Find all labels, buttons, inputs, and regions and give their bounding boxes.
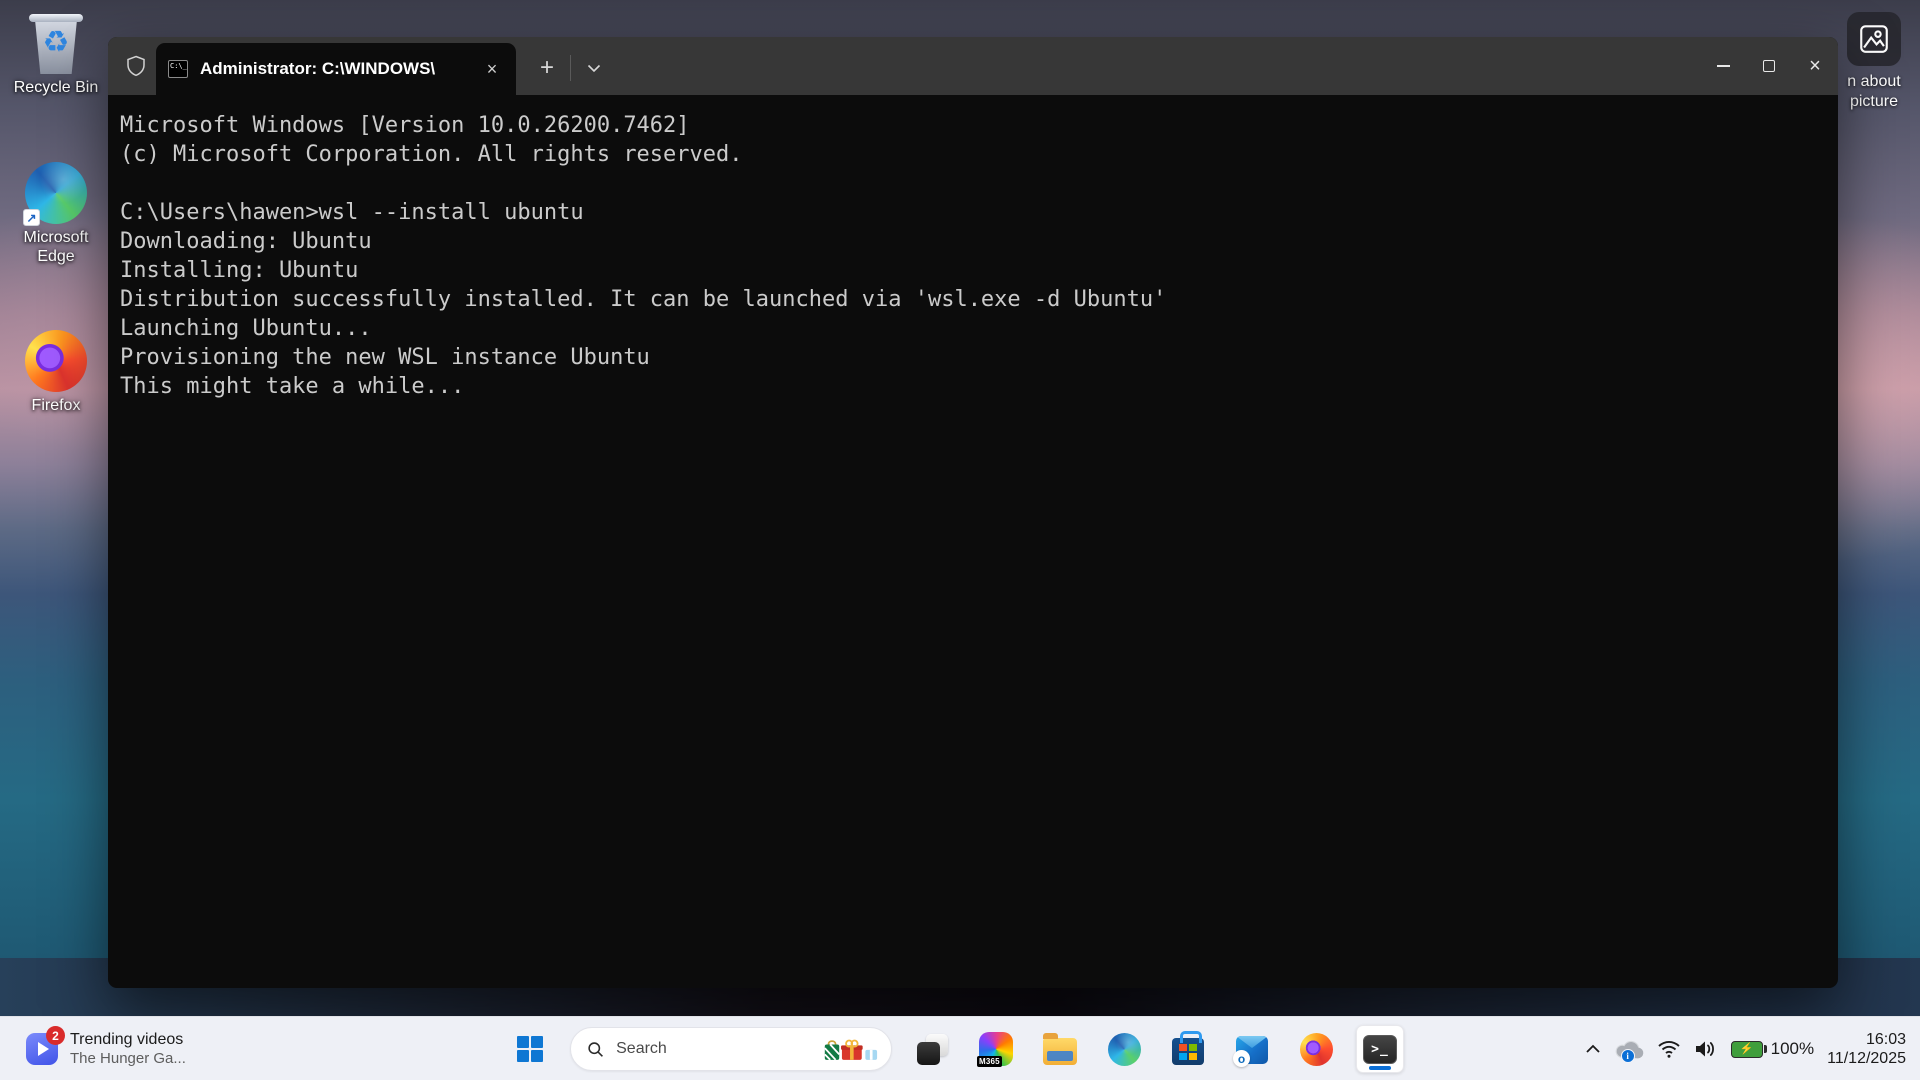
chevron-down-icon xyxy=(587,64,601,73)
tabbar-divider xyxy=(570,55,571,81)
terminal-window: C:\_ Administrator: C:\WINDOWS\ × + × Mi… xyxy=(108,37,1838,988)
battery-icon: ⚡ xyxy=(1731,1041,1763,1058)
shortcut-arrow-icon: ↗ xyxy=(23,209,40,226)
m365-copilot-icon: M365 xyxy=(979,1032,1013,1066)
desktop-icon-spotlight[interactable]: n about picture xyxy=(1826,12,1920,112)
search-icon xyxy=(587,1040,604,1059)
tray-overflow-button[interactable] xyxy=(1585,1044,1601,1054)
firefox-icon xyxy=(25,330,87,392)
start-button[interactable] xyxy=(506,1025,554,1073)
recycle-symbol-icon: ♻ xyxy=(27,28,85,58)
admin-shield-icon xyxy=(124,54,148,78)
recycle-bin-icon: ♻ xyxy=(27,14,85,74)
onedrive-info-badge: i xyxy=(1621,1049,1635,1063)
charging-bolt-icon: ⚡ xyxy=(1740,1044,1754,1055)
edge-icon: ↗ xyxy=(25,162,87,224)
desktop-icon-label: Recycle Bin xyxy=(14,78,98,97)
desktop-icon-label: Microsoft Edge xyxy=(8,228,104,266)
m365-label: M365 xyxy=(977,1056,1002,1067)
maximize-button[interactable] xyxy=(1746,37,1792,95)
tab-close-button[interactable]: × xyxy=(480,57,504,81)
widget-title: Trending videos xyxy=(70,1030,186,1049)
desktop-icon-recycle-bin[interactable]: ♻ Recycle Bin xyxy=(8,14,104,97)
maximize-icon xyxy=(1763,60,1775,72)
widgets-icon: 2 xyxy=(26,1033,58,1065)
terminal-line: This might take a while... xyxy=(120,372,1828,401)
volume-tray-button[interactable] xyxy=(1694,1039,1718,1059)
terminal-line: Launching Ubuntu... xyxy=(120,314,1828,343)
widget-subtitle: The Hunger Ga... xyxy=(70,1049,186,1068)
close-icon: × xyxy=(1809,56,1821,76)
desktop-icon-label: Firefox xyxy=(32,396,81,415)
tab-dropdown-button[interactable] xyxy=(579,53,609,83)
terminal-line: Installing: Ubuntu xyxy=(120,256,1828,285)
outlook-button[interactable]: o xyxy=(1228,1025,1276,1073)
minimize-button[interactable] xyxy=(1700,37,1746,95)
terminal-line: (c) Microsoft Corporation. All rights re… xyxy=(120,140,1828,169)
search-box[interactable] xyxy=(570,1027,892,1071)
terminal-icon: >_ xyxy=(1363,1035,1397,1064)
edge-icon xyxy=(1108,1033,1141,1066)
outlook-icon: o xyxy=(1236,1036,1268,1064)
taskbar: 2 Trending videos The Hunger Ga... xyxy=(0,1016,1920,1080)
active-app-indicator xyxy=(1369,1066,1391,1070)
terminal-button-active[interactable]: >_ xyxy=(1356,1025,1404,1073)
terminal-line: Microsoft Windows [Version 10.0.26200.74… xyxy=(120,111,1828,140)
cmd-icon: C:\_ xyxy=(168,60,188,78)
new-tab-button[interactable]: + xyxy=(532,53,562,83)
terminal-line xyxy=(120,169,1828,198)
battery-tray-button[interactable]: ⚡ 100% xyxy=(1731,1039,1814,1059)
edge-button[interactable] xyxy=(1100,1025,1148,1073)
clock[interactable]: 16:03 11/12/2025 xyxy=(1827,1030,1906,1068)
close-button[interactable]: × xyxy=(1792,37,1838,95)
firefox-button[interactable] xyxy=(1292,1025,1340,1073)
desktop-icon-firefox[interactable]: Firefox xyxy=(8,330,104,415)
widget-badge: 2 xyxy=(46,1026,65,1045)
microsoft-store-icon xyxy=(1172,1038,1204,1065)
clock-time: 16:03 xyxy=(1827,1030,1906,1049)
spotlight-label-line1: n about xyxy=(1847,72,1900,92)
widgets-button[interactable]: 2 Trending videos The Hunger Ga... xyxy=(18,1017,194,1080)
terminal-line: Provisioning the new WSL instance Ubuntu xyxy=(120,343,1828,372)
speaker-icon xyxy=(1694,1039,1718,1059)
chevron-up-icon xyxy=(1585,1044,1601,1054)
spotlight-label-line2: picture xyxy=(1847,92,1900,112)
battery-percent: 100% xyxy=(1771,1039,1814,1059)
search-input[interactable] xyxy=(616,1040,823,1058)
wifi-tray-button[interactable] xyxy=(1657,1039,1681,1059)
tab-title: Administrator: C:\WINDOWS\ xyxy=(200,59,435,79)
terminal-output[interactable]: Microsoft Windows [Version 10.0.26200.74… xyxy=(108,95,1838,401)
holiday-gifts-icon xyxy=(823,1035,879,1063)
desktop: ♻ Recycle Bin ↗ Microsoft Edge Firefox n… xyxy=(0,0,1920,1080)
picture-icon xyxy=(1847,12,1901,66)
microsoft-store-button[interactable] xyxy=(1164,1025,1212,1073)
m365-copilot-button[interactable]: M365 xyxy=(972,1025,1020,1073)
onedrive-tray-button[interactable]: i xyxy=(1614,1038,1644,1060)
play-icon xyxy=(38,1042,49,1056)
file-explorer-icon xyxy=(1043,1038,1077,1065)
file-explorer-button[interactable] xyxy=(1036,1025,1084,1073)
wifi-icon xyxy=(1657,1039,1681,1059)
windows-logo-icon xyxy=(517,1036,543,1062)
firefox-icon xyxy=(1300,1033,1333,1066)
task-view-button[interactable] xyxy=(908,1025,956,1073)
clock-date: 11/12/2025 xyxy=(1827,1049,1906,1068)
terminal-tab[interactable]: C:\_ Administrator: C:\WINDOWS\ × xyxy=(156,43,516,95)
desktop-icon-microsoft-edge[interactable]: ↗ Microsoft Edge xyxy=(8,162,104,266)
minimize-icon xyxy=(1717,65,1730,67)
terminal-titlebar[interactable]: C:\_ Administrator: C:\WINDOWS\ × + × xyxy=(108,37,1838,95)
terminal-line: Downloading: Ubuntu xyxy=(120,227,1828,256)
terminal-line: C:\Users\hawen>wsl --install ubuntu xyxy=(120,198,1828,227)
terminal-line: Distribution successfully installed. It … xyxy=(120,285,1828,314)
